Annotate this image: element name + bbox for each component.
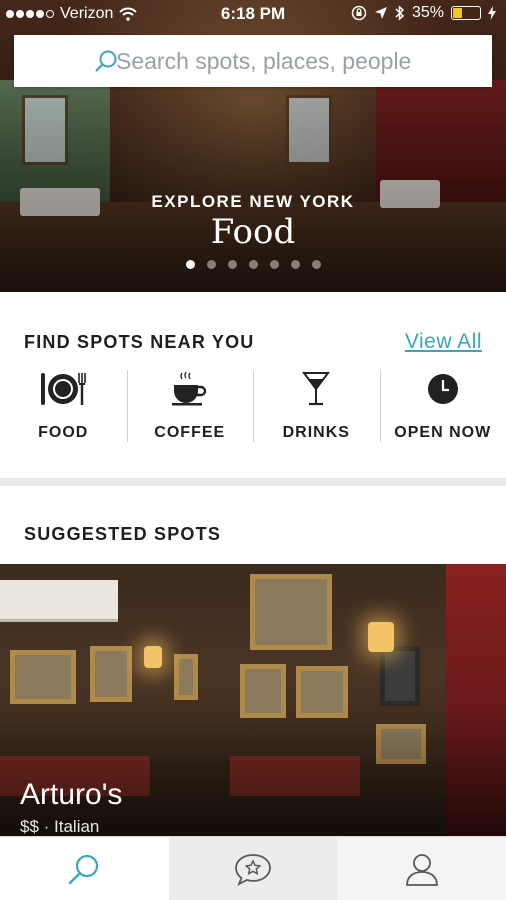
search-bar[interactable]: [14, 35, 492, 87]
carousel-dot[interactable]: [227, 260, 237, 269]
tab-search[interactable]: [0, 837, 169, 900]
star-chat-bubble-icon: [235, 853, 271, 886]
hero-eyebrow: EXPLORE NEW YORK: [151, 192, 355, 211]
category-label: DRINKS: [282, 424, 350, 441]
carousel-dot[interactable]: [185, 260, 195, 269]
app-screen: EXPLORE NEW YORK Food Verizon 6:18 PM 35…: [0, 0, 506, 900]
plate-fork-knife-icon: [41, 373, 87, 405]
carousel-dots[interactable]: [0, 260, 506, 269]
battery-percent: 35%: [411, 4, 444, 21]
category-label: COFFEE: [154, 424, 226, 441]
tab-profile[interactable]: [337, 837, 506, 900]
carousel-dot[interactable]: [206, 260, 216, 269]
category-coffee[interactable]: COFFEE: [126, 368, 254, 446]
view-all-link[interactable]: View All: [405, 330, 482, 354]
suggested-title: SUGGESTED SPOTS: [24, 524, 222, 544]
cocktail-glass-icon: [302, 372, 331, 406]
charging-icon: [488, 6, 496, 20]
suggested-section: SUGGESTED SPOTS: [0, 486, 506, 564]
coffee-cup-icon: [171, 371, 206, 406]
carousel-dot[interactable]: [290, 260, 300, 269]
find-spots-section: FIND SPOTS NEAR YOU View All FOOD COFFEE…: [0, 292, 506, 478]
category-label: OPEN NOW: [394, 424, 492, 441]
location-arrow-icon: [374, 7, 387, 19]
spot-meta: $$ · Italian: [20, 817, 100, 836]
carousel-dot[interactable]: [269, 260, 279, 269]
category-open-now[interactable]: OPEN NOW: [379, 368, 506, 446]
search-input[interactable]: [116, 47, 492, 75]
spot-name: Arturo's: [20, 778, 123, 811]
find-spots-title: FIND SPOTS NEAR YOU: [24, 332, 255, 352]
status-right: 35%: [351, 4, 496, 22]
clock-icon: [427, 374, 458, 404]
carousel-dot[interactable]: [248, 260, 258, 269]
status-bar: Verizon 6:18 PM 35%: [0, 0, 506, 30]
battery-icon: [451, 6, 481, 20]
category-label: FOOD: [38, 424, 89, 441]
category-drinks[interactable]: DRINKS: [253, 368, 380, 446]
search-icon: [95, 50, 117, 72]
tab-feed[interactable]: [168, 837, 338, 900]
hero-title: Food: [210, 212, 296, 252]
category-list: FOOD COFFEE DRINKS OPEN NOW: [0, 368, 506, 446]
profile-icon: [405, 853, 438, 886]
rotation-lock-icon: [351, 5, 367, 21]
spot-card[interactable]: Arturo's $$ · Italian: [0, 564, 506, 836]
section-divider: [0, 478, 506, 486]
carousel-dot[interactable]: [311, 260, 321, 269]
category-food[interactable]: FOOD: [0, 368, 127, 446]
tab-bar: [0, 836, 506, 900]
search-icon: [69, 854, 99, 884]
bluetooth-icon: [395, 5, 405, 21]
